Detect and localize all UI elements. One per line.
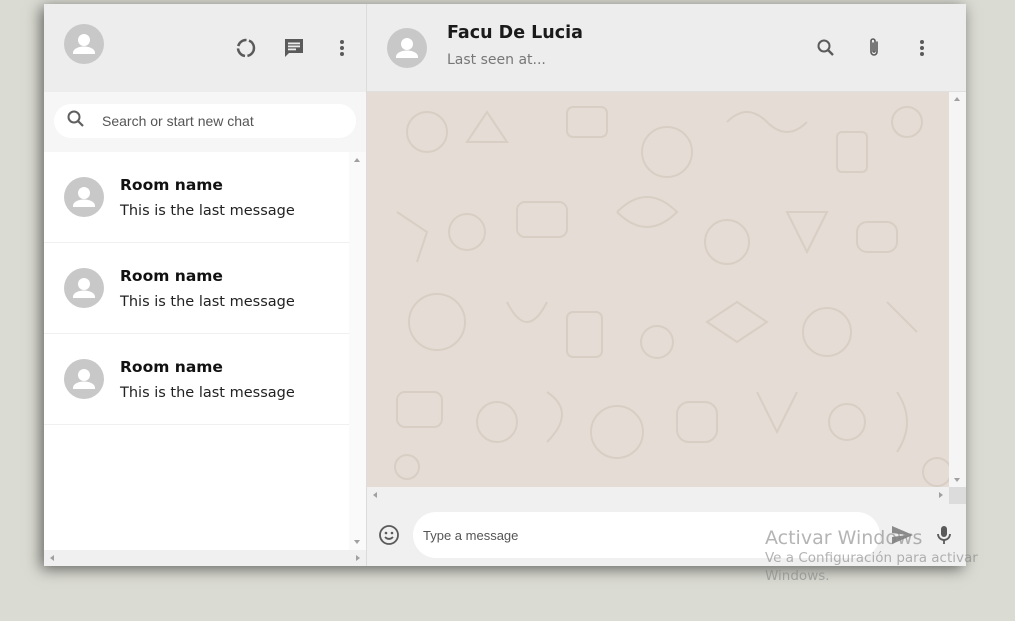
last-seen: Last seen at... xyxy=(447,52,546,68)
send-icon[interactable] xyxy=(890,523,914,547)
room-name: Room name xyxy=(120,175,223,194)
room-avatar xyxy=(64,359,104,399)
last-message: This is the last message xyxy=(120,384,295,401)
contact-name: Facu De Lucia xyxy=(447,23,583,43)
scroll-right-icon[interactable] xyxy=(938,491,944,499)
doodle-background xyxy=(394,106,949,487)
message-box xyxy=(413,512,880,558)
chat-body[interactable] xyxy=(367,92,949,487)
message-footer xyxy=(367,504,966,566)
user-avatar[interactable] xyxy=(64,24,104,64)
scroll-left-icon[interactable] xyxy=(49,554,55,562)
chat-body-area xyxy=(367,92,966,504)
scroll-right-icon[interactable] xyxy=(355,554,361,562)
sidebar: Room name This is the last message Room … xyxy=(44,4,367,566)
scroll-up-icon[interactable] xyxy=(953,96,961,102)
emoji-icon[interactable] xyxy=(377,523,401,547)
search-box xyxy=(54,104,356,138)
search-icon[interactable] xyxy=(814,36,838,60)
search-input[interactable] xyxy=(102,113,322,129)
room-avatar xyxy=(64,268,104,308)
room-name: Room name xyxy=(120,266,223,285)
chat-list-item[interactable]: Room name This is the last message xyxy=(44,334,350,425)
last-message: This is the last message xyxy=(120,202,295,219)
more-vert-icon[interactable] xyxy=(910,36,934,60)
chat-icon[interactable] xyxy=(282,36,306,60)
status-icon[interactable] xyxy=(234,36,258,60)
message-input[interactable] xyxy=(423,527,723,543)
room-avatar xyxy=(64,177,104,217)
last-message: This is the last message xyxy=(120,293,295,310)
scroll-down-icon[interactable] xyxy=(353,539,361,545)
search-icon xyxy=(66,109,86,134)
scroll-left-icon[interactable] xyxy=(372,491,378,499)
chat-header: Facu De Lucia Last seen at... xyxy=(367,4,966,92)
scroll-down-icon[interactable] xyxy=(953,477,961,483)
chat-body-vertical-scrollbar[interactable] xyxy=(949,92,966,487)
chat-list-vertical-scrollbar[interactable] xyxy=(349,152,366,550)
attach-icon[interactable] xyxy=(862,36,886,60)
whatsapp-app: Room name This is the last message Room … xyxy=(44,4,966,566)
microphone-icon[interactable] xyxy=(932,523,956,547)
scrollbar-corner xyxy=(949,487,966,504)
chat-body-horizontal-scrollbar[interactable] xyxy=(367,487,966,504)
scroll-up-icon[interactable] xyxy=(353,157,361,163)
chat-list-item[interactable]: Room name This is the last message xyxy=(44,152,350,243)
chat-list-horizontal-scrollbar[interactable] xyxy=(44,550,366,566)
chat-list-item[interactable]: Room name This is the last message xyxy=(44,243,350,334)
sidebar-header xyxy=(44,4,366,92)
chat-list: Room name This is the last message Room … xyxy=(44,152,350,550)
search-bar xyxy=(44,92,366,152)
contact-avatar[interactable] xyxy=(387,27,427,68)
chats-area: Room name This is the last message Room … xyxy=(44,152,366,550)
more-vert-icon[interactable] xyxy=(330,36,354,60)
room-name: Room name xyxy=(120,357,223,376)
chat-panel: Facu De Lucia Last seen at... xyxy=(367,4,966,566)
